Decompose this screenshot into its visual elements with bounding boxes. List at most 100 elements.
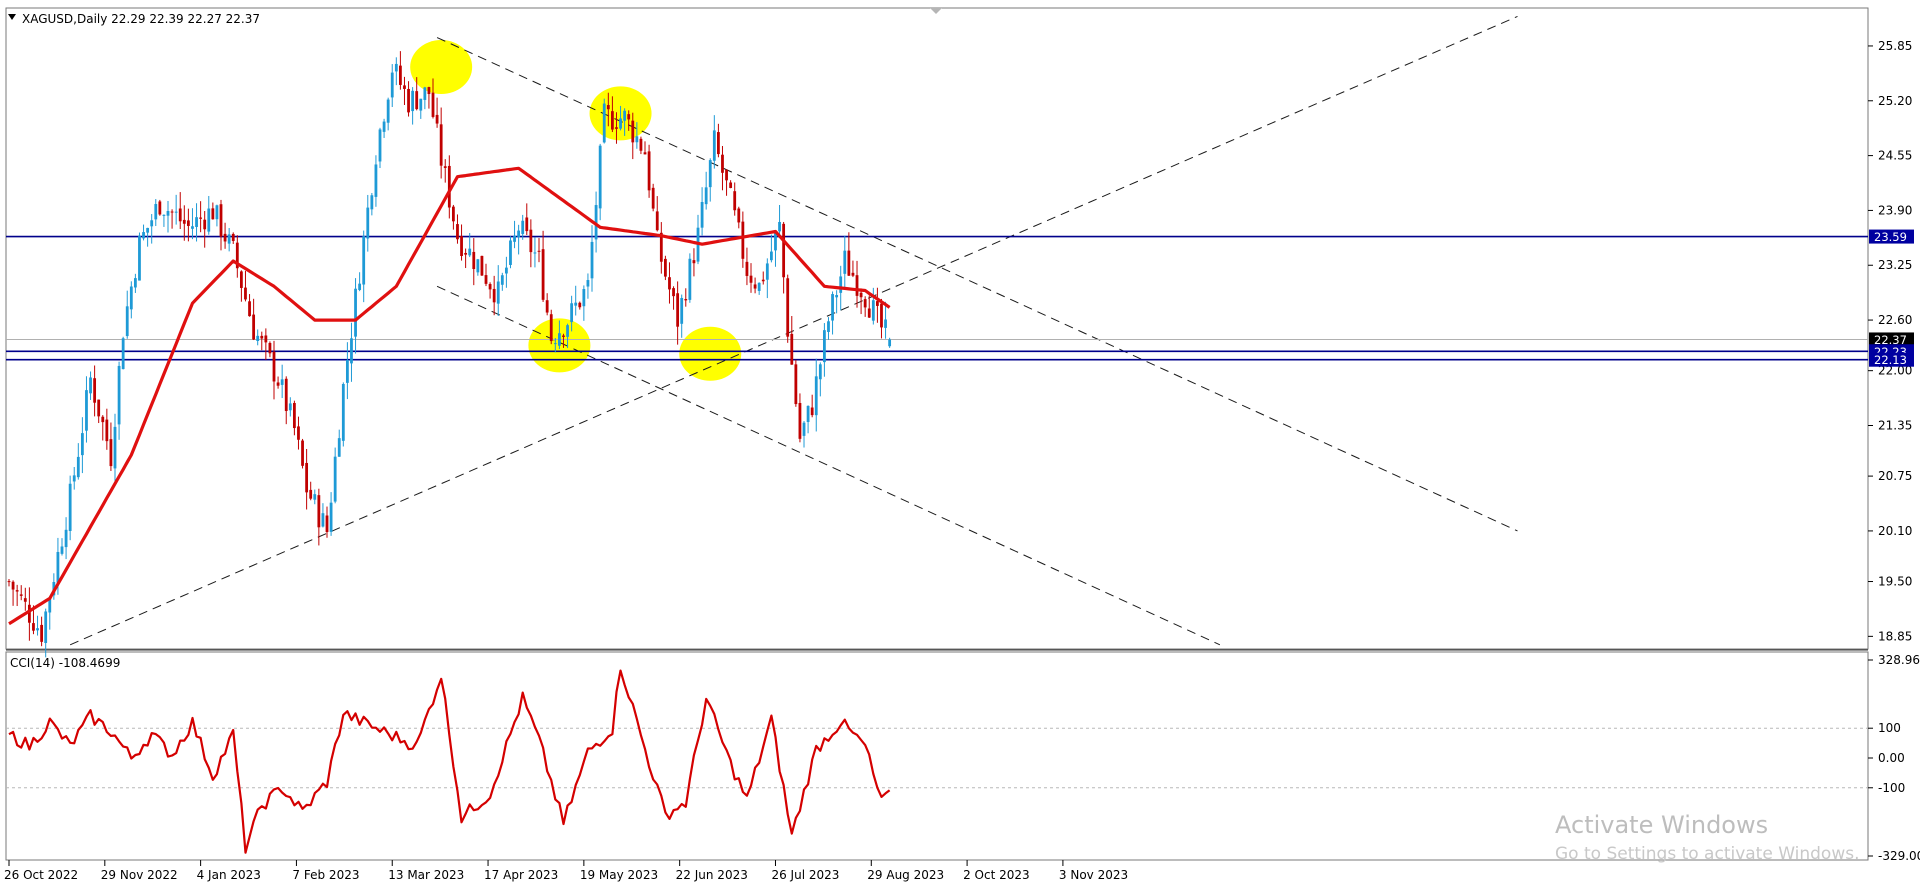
candle-body xyxy=(798,402,802,439)
candle-body xyxy=(56,551,60,583)
candle-body xyxy=(419,98,423,111)
candle-body xyxy=(500,275,504,285)
price-tick-label: 24.55 xyxy=(1878,149,1912,163)
candle-body xyxy=(64,529,68,548)
candle-body xyxy=(700,202,704,228)
candle-body xyxy=(672,288,675,297)
candle-body xyxy=(93,378,97,403)
candle-body xyxy=(725,169,728,181)
candle-body xyxy=(423,87,427,100)
candle-body xyxy=(496,281,500,304)
candle-body xyxy=(456,224,459,240)
candle-body xyxy=(297,426,300,440)
candle-body xyxy=(741,221,745,259)
time-tick-label: 4 Jan 2023 xyxy=(197,868,261,882)
candle-body xyxy=(468,248,472,256)
candle-body xyxy=(835,295,839,298)
candle-body xyxy=(36,628,39,631)
candle-body xyxy=(570,303,574,323)
candle-body xyxy=(786,278,790,337)
price-tick-label: 23.90 xyxy=(1878,203,1912,217)
candle-body xyxy=(663,258,667,277)
candle-body xyxy=(97,399,101,417)
candle-body xyxy=(704,187,708,205)
time-tick-label: 13 Mar 2023 xyxy=(388,868,464,882)
time-tick-label: 19 May 2023 xyxy=(580,868,658,882)
time-tick-label: 22 Jun 2023 xyxy=(676,868,748,882)
highlight-ellipse xyxy=(679,326,742,381)
candle-body xyxy=(325,515,329,533)
candle-body xyxy=(578,302,582,308)
candle-body xyxy=(207,208,211,232)
candle-body xyxy=(627,114,631,120)
candle-body xyxy=(435,114,439,124)
candle-body xyxy=(529,229,533,253)
candle-body xyxy=(341,384,345,441)
chart-background xyxy=(0,0,1920,890)
candle-body xyxy=(272,351,276,382)
candle-body xyxy=(839,276,843,293)
candle-body xyxy=(174,211,178,213)
time-tick-label: 2 Oct 2023 xyxy=(963,868,1030,882)
candle-body xyxy=(488,284,492,290)
candle-body xyxy=(142,232,145,239)
candle-body xyxy=(513,235,516,242)
candle-body xyxy=(186,220,190,226)
candle-body xyxy=(219,204,223,237)
candle-body xyxy=(431,92,435,117)
candle-body xyxy=(778,221,781,232)
candle-body xyxy=(182,219,186,224)
candle-body xyxy=(586,280,590,287)
candle-body xyxy=(44,611,48,644)
candle-body xyxy=(823,330,826,363)
price-tick-label: 25.85 xyxy=(1878,39,1912,53)
candle-body xyxy=(566,325,569,337)
candle-body xyxy=(769,251,773,261)
candle-body xyxy=(802,422,806,436)
candle-body xyxy=(350,338,353,364)
candle-body xyxy=(354,288,357,337)
candle-body xyxy=(509,240,512,265)
chart-canvas[interactable]: 25.8525.2024.5523.9023.2522.6022.0021.35… xyxy=(0,0,1920,890)
candle-body xyxy=(382,121,386,132)
candle-body xyxy=(211,208,215,220)
candle-body xyxy=(639,138,643,151)
trading-chart[interactable]: 25.85 25.20 24.55 23.90 23.25 22.60 22.00 21.35… xyxy=(0,0,1920,890)
candle-body xyxy=(831,294,834,321)
candle-body xyxy=(504,267,508,274)
candle-body xyxy=(358,283,362,290)
candle-body xyxy=(876,301,879,306)
candle-body xyxy=(301,440,304,466)
candle-body xyxy=(753,284,757,289)
activation-watermark-title: Activate Windows xyxy=(1555,811,1768,839)
candle-body xyxy=(252,314,256,340)
candle-body xyxy=(150,220,154,227)
candle-body xyxy=(85,390,88,431)
candle-body xyxy=(680,297,684,324)
candle-body xyxy=(557,333,561,346)
candle-body xyxy=(537,250,541,252)
candle-body xyxy=(851,272,855,276)
candle-body xyxy=(68,483,72,531)
candle-body xyxy=(60,546,64,554)
candle-body xyxy=(749,275,753,283)
time-tick-label: 17 Apr 2023 xyxy=(484,868,558,882)
candle-body xyxy=(345,360,349,383)
candle-body xyxy=(370,195,374,210)
candle-body xyxy=(582,289,586,307)
candle-body xyxy=(158,201,162,215)
price-tag-label: 23.59 xyxy=(1874,230,1907,244)
activation-watermark-subtitle: Go to Settings to activate Windows. xyxy=(1555,844,1860,864)
price-tick-label: 20.75 xyxy=(1878,469,1912,483)
candle-body xyxy=(321,513,325,527)
time-tick-label: 3 Nov 2023 xyxy=(1059,868,1128,882)
candle-body xyxy=(170,211,174,213)
price-tick-label: 22.60 xyxy=(1878,313,1912,327)
candle-body xyxy=(113,426,117,469)
candle-body xyxy=(541,249,545,300)
candle-body xyxy=(129,286,133,310)
candle-body xyxy=(810,407,814,416)
candle-body xyxy=(313,494,317,500)
price-tick-label: 25.20 xyxy=(1878,94,1912,108)
candle-body xyxy=(362,236,366,285)
